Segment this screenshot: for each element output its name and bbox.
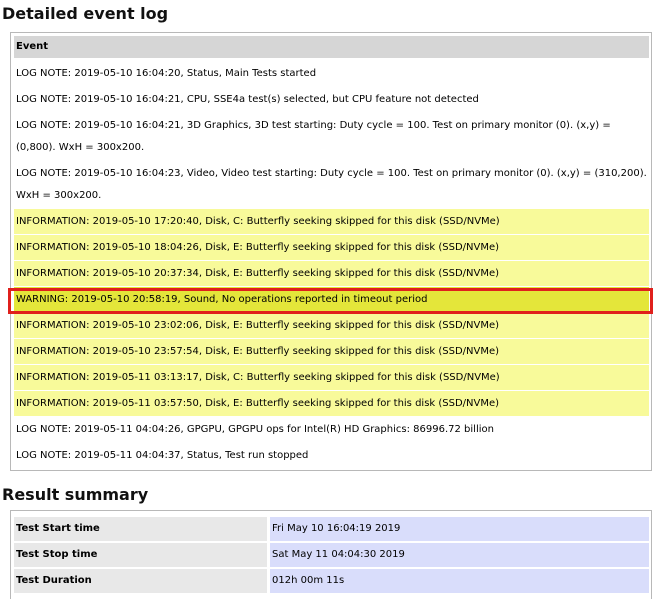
log-row: INFORMATION: 2019-05-10 18:04:26, Disk, … [14, 235, 649, 260]
log-row: INFORMATION: 2019-05-11 03:13:17, Disk, … [14, 365, 649, 390]
log-row: LOG NOTE: 2019-05-10 16:04:21, CPU, SSE4… [14, 87, 649, 113]
log-row: LOG NOTE: 2019-05-10 16:04:21, 3D Graphi… [14, 113, 649, 161]
summary-label: Test Duration [14, 569, 267, 593]
summary-label: Test Start time [14, 517, 267, 541]
log-row: INFORMATION: 2019-05-10 20:37:34, Disk, … [14, 261, 649, 286]
summary-value: Fri May 10 16:04:19 2019 [270, 517, 649, 541]
log-row: INFORMATION: 2019-05-10 17:20:40, Disk, … [14, 209, 649, 234]
result-summary-table: Test Start time Fri May 10 16:04:19 2019… [10, 510, 652, 599]
event-column-header: Event [14, 36, 649, 58]
log-row: INFORMATION: 2019-05-11 03:57:50, Disk, … [14, 391, 649, 416]
log-row: LOG NOTE: 2019-05-10 16:04:20, Status, M… [14, 61, 649, 87]
summary-row: Test Start time Fri May 10 16:04:19 2019 [14, 517, 649, 541]
result-summary-title: Result summary [2, 485, 149, 504]
log-row: LOG NOTE: 2019-05-11 04:04:26, GPGPU, GP… [14, 417, 649, 443]
summary-label: Test Stop time [14, 543, 267, 567]
log-row: INFORMATION: 2019-05-10 23:57:54, Disk, … [14, 339, 649, 364]
log-row: INFORMATION: 2019-05-10 23:02:06, Disk, … [14, 313, 649, 338]
warning-row: WARNING: 2019-05-10 20:58:19, Sound, No … [14, 287, 649, 312]
summary-value: Sat May 11 04:04:30 2019 [270, 543, 649, 567]
summary-row: Test Duration 012h 00m 11s [14, 569, 649, 593]
log-row: LOG NOTE: 2019-05-11 04:04:37, Status, T… [14, 443, 649, 469]
event-log-table: Event LOG NOTE: 2019-05-10 16:04:20, Sta… [10, 32, 652, 471]
log-row: LOG NOTE: 2019-05-10 16:04:23, Video, Vi… [14, 161, 649, 209]
summary-row: Test Stop time Sat May 11 04:04:30 2019 [14, 543, 649, 567]
summary-value: 012h 00m 11s [270, 569, 649, 593]
event-log-title: Detailed event log [2, 4, 169, 23]
